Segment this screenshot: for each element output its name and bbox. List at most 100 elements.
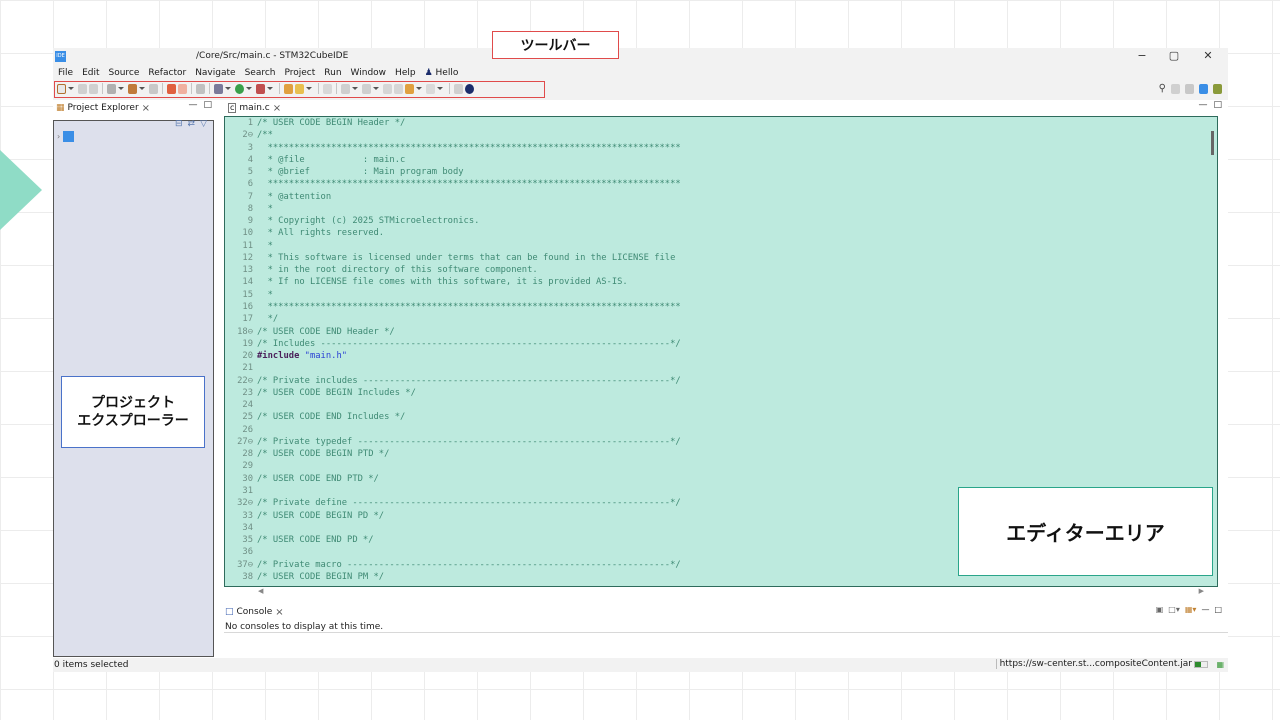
close-icon[interactable]: × [275, 607, 283, 618]
new-icon[interactable] [57, 83, 66, 94]
maximize-view-icon[interactable]: □ [203, 100, 212, 110]
tree-item-project[interactable]: › [57, 131, 75, 142]
pen-icon[interactable] [323, 83, 332, 94]
code-line[interactable]: 23 /* USER CODE BEGIN Includes */ [229, 387, 681, 399]
code-line[interactable]: 32⊖ /* Private define -------------------… [229, 497, 681, 509]
perspective-mx-icon[interactable] [1199, 83, 1208, 94]
prev-annotation-icon[interactable] [362, 83, 371, 94]
back-icon[interactable] [405, 83, 414, 94]
menu-window[interactable]: Window [351, 68, 387, 78]
maximize-view-icon[interactable]: □ [1214, 605, 1222, 614]
run-icon[interactable] [235, 83, 244, 94]
forward-edit-icon[interactable] [394, 83, 403, 94]
close-icon[interactable]: × [273, 103, 281, 114]
build-all-icon[interactable] [149, 83, 158, 94]
code-line[interactable]: 5 * @brief : Main program body [229, 166, 681, 178]
tab-project-explorer[interactable]: ▦ Project Explorer × [53, 100, 151, 116]
back-dropdown-icon[interactable] [416, 87, 422, 90]
open-console-icon[interactable]: ▦▾ [1185, 605, 1197, 614]
menu-run[interactable]: Run [324, 68, 341, 78]
code-line[interactable]: 9 * Copyright (c) 2025 STMicroelectronic… [229, 215, 681, 227]
code-line[interactable]: 21 [229, 362, 681, 374]
code-line[interactable]: 35 /* USER CODE END PD */ [229, 534, 681, 546]
minimize-button[interactable]: − [1134, 49, 1150, 63]
save-icon[interactable] [78, 83, 87, 94]
code-line[interactable]: 15 * [229, 289, 681, 301]
last-edit-icon[interactable] [383, 83, 392, 94]
pin-console-icon[interactable]: ▣ [1156, 605, 1164, 614]
search-dropdown-icon[interactable] [306, 87, 312, 90]
code-line[interactable]: 37⊖ /* Private macro --------------------… [229, 559, 681, 571]
code-line[interactable]: 36 [229, 546, 681, 558]
code-line[interactable]: 11 * [229, 240, 681, 252]
menu-edit[interactable]: Edit [82, 68, 99, 78]
check-icon[interactable] [167, 83, 176, 94]
external-tools-icon[interactable] [256, 83, 265, 94]
menu-refactor[interactable]: Refactor [148, 68, 186, 78]
perspective-debug-icon[interactable] [1213, 83, 1222, 94]
debug-icon[interactable] [214, 83, 223, 94]
external-tools-dropdown-icon[interactable] [267, 87, 273, 90]
forward-icon[interactable] [426, 83, 435, 94]
code-line[interactable]: 34 [229, 522, 681, 534]
open-perspective-icon[interactable] [1171, 83, 1180, 94]
code-line[interactable]: 28 /* USER CODE BEGIN PTD */ [229, 448, 681, 460]
build-dropdown-icon[interactable] [139, 87, 145, 90]
next-annotation-icon[interactable] [341, 83, 350, 94]
code-line[interactable]: 38 /* USER CODE BEGIN PM */ [229, 571, 681, 583]
code-line[interactable]: 6 **************************************… [229, 178, 681, 190]
menu-project[interactable]: Project [284, 68, 315, 78]
code-line[interactable]: 31 [229, 485, 681, 497]
close-icon[interactable]: × [142, 103, 150, 114]
code-line[interactable]: 8 * [229, 203, 681, 215]
config-dropdown-icon[interactable] [118, 87, 124, 90]
tab-console[interactable]: □ Console × [225, 604, 284, 620]
code-line[interactable]: 12 * This software is licensed under ter… [229, 252, 681, 264]
search-wand-icon[interactable] [295, 83, 304, 94]
code-line[interactable]: 2⊖ /** [229, 129, 681, 141]
prev-annotation-dropdown-icon[interactable] [373, 87, 379, 90]
code-line[interactable]: 27⊖ /* Private typedef ------------------… [229, 436, 681, 448]
code-line[interactable]: 10 * All rights reserved. [229, 227, 681, 239]
collapse-all-icon[interactable]: ⊟ [175, 119, 183, 129]
progress-bar[interactable] [1194, 661, 1208, 668]
code-line[interactable]: 20 #include "main.h" [229, 350, 681, 362]
code-line[interactable]: 7 * @attention [229, 191, 681, 203]
expand-arrow-icon[interactable]: › [57, 132, 60, 141]
code-line[interactable]: 17 */ [229, 313, 681, 325]
menu-search[interactable]: Search [245, 68, 276, 78]
code-line[interactable]: 18⊖ /* USER CODE END Header */ [229, 326, 681, 338]
maximize-view-icon[interactable]: □ [1213, 100, 1222, 110]
menu-navigate[interactable]: Navigate [195, 68, 235, 78]
close-window-button[interactable]: ✕ [1200, 49, 1216, 63]
minimize-view-icon[interactable]: — [1201, 605, 1209, 614]
minimize-view-icon[interactable]: — [1198, 100, 1207, 110]
code-line[interactable]: 13 * in the root directory of this softw… [229, 264, 681, 276]
open-console-icon[interactable] [454, 83, 463, 94]
debug-dropdown-icon[interactable] [225, 87, 231, 90]
code-line[interactable]: 29 [229, 460, 681, 472]
code-line[interactable]: 3 **************************************… [229, 142, 681, 154]
filter-icon[interactable]: ▽ [200, 119, 207, 129]
code-line[interactable]: 25 /* USER CODE END Includes */ [229, 411, 681, 423]
forward-dropdown-icon[interactable] [437, 87, 443, 90]
next-annotation-dropdown-icon[interactable] [352, 87, 358, 90]
code-line[interactable]: 33 /* USER CODE BEGIN PD */ [229, 510, 681, 522]
progress-view-icon[interactable]: ▦ [1216, 660, 1224, 669]
menu-help[interactable]: Help [395, 68, 416, 78]
menu-user[interactable]: ♟ Hello [425, 68, 459, 78]
scroll-left-icon[interactable]: ◀ [258, 587, 263, 595]
undo-icon[interactable] [178, 83, 187, 94]
menu-source[interactable]: Source [109, 68, 140, 78]
code-line[interactable]: 22⊖ /* Private includes -----------------… [229, 375, 681, 387]
build-icon[interactable] [128, 83, 137, 94]
code-line[interactable]: 1 /* USER CODE BEGIN Header */ [229, 117, 681, 129]
vertical-scrollbar[interactable] [1211, 131, 1214, 155]
code-editor[interactable]: 1/* USER CODE BEGIN Header */2⊖/** 3 ****… [224, 116, 1218, 587]
search-icon[interactable]: ⚲ [1159, 83, 1166, 94]
horizontal-scrollbar[interactable]: ◀ ▶ [224, 587, 1218, 597]
code-line[interactable]: 4 * @file : main.c [229, 154, 681, 166]
open-folder-icon[interactable] [284, 83, 293, 94]
code-line[interactable]: 30 /* USER CODE END PTD */ [229, 473, 681, 485]
info-icon[interactable] [465, 83, 474, 94]
